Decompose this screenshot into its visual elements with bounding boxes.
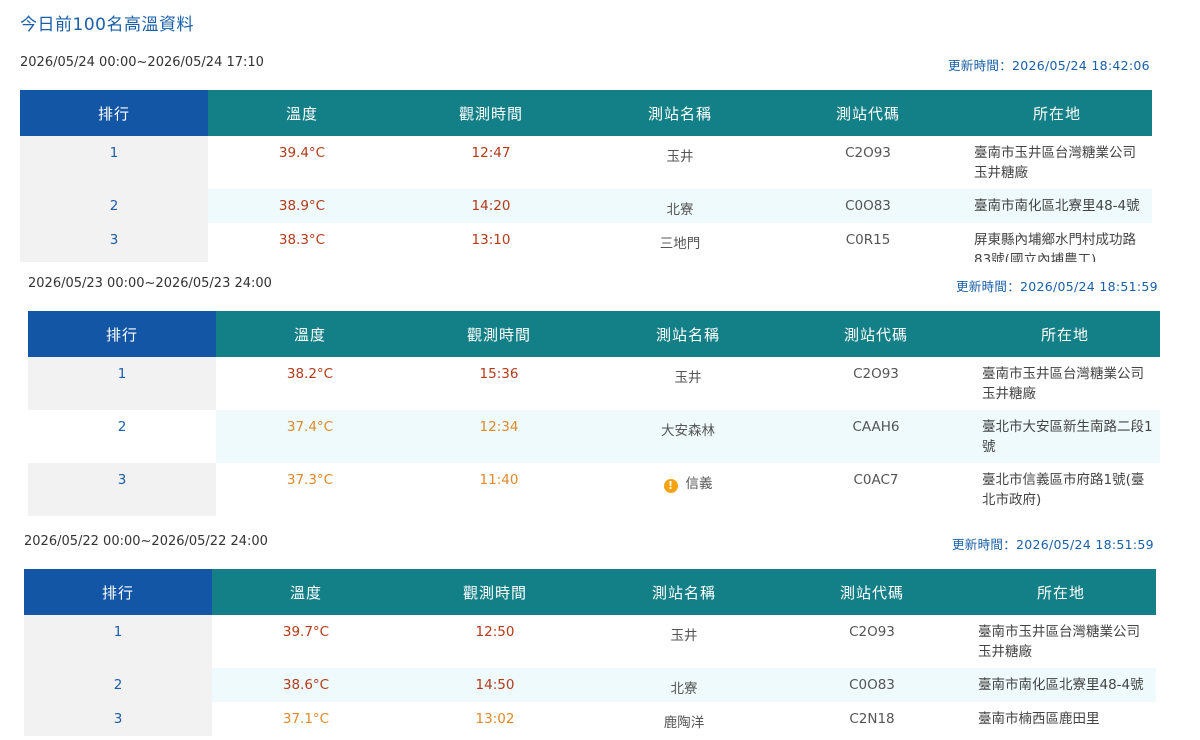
header-location: 所在地	[970, 311, 1160, 357]
table-row: 2 37.4°C 12:34 大安森林 CAAH6 臺北市大安區新生南路二段1號	[28, 410, 1160, 463]
temp-cell: 38.9°C	[208, 189, 396, 223]
code-cell: C2O93	[845, 145, 891, 161]
temp-cell: 37.3°C	[286, 472, 334, 488]
time-cell: 12:34	[404, 410, 594, 463]
code-cell: C0R15	[845, 232, 891, 248]
warning-icon[interactable]: !	[663, 479, 678, 493]
ranking-table: 排行 溫度 觀測時間 測站名稱 測站代碼 所在地 1 39.4°C 12:47 …	[20, 90, 1152, 262]
station-cell: 三地門	[659, 236, 701, 252]
temp-cell: 39.4°C	[278, 145, 326, 161]
header-code: 測站代碼	[782, 311, 970, 357]
date-range: 2026/05/22 00:00~2026/05/22 24:00	[24, 534, 268, 549]
station-cell: 鹿陶洋	[663, 715, 705, 731]
table-row: 2 38.6°C 14:50 北寮 C0O83 臺南市南化區北寮里48-4號	[24, 668, 1156, 702]
temp-cell: 37.4°C	[216, 410, 404, 463]
station-cell: 北寮	[590, 668, 778, 702]
header-time: 觀測時間	[404, 311, 594, 357]
rank-cell[interactable]: 3	[20, 223, 208, 262]
time-cell: 12:50	[475, 624, 515, 640]
header-temp: 溫度	[212, 569, 400, 615]
station-name: 信義	[685, 476, 713, 492]
table-row: 3 37.3°C 11:40 ! 信義 C0AC7 臺北市信義區市府路1號(臺北市…	[28, 463, 1160, 516]
header-rank: 排行	[28, 311, 216, 357]
temp-cell: 38.2°C	[286, 366, 334, 382]
time-cell: 13:10	[471, 232, 511, 248]
rank-cell[interactable]: 1	[20, 136, 208, 189]
table-row: 2 38.9°C 14:20 北寮 C0O83 臺南市南化區北寮里48-4號	[20, 189, 1152, 223]
location-cell: 屏東縣內埔鄉水門村成功路83號(國立內埔農工)	[974, 232, 1136, 262]
table-row: 3 37.1°C 13:02 鹿陶洋 C2N18 臺南市楠西區鹿田里	[24, 702, 1156, 736]
header-rank: 排行	[20, 90, 208, 136]
time-cell: 14:50	[400, 668, 590, 702]
station-cell: 大安森林	[594, 410, 782, 463]
code-cell: C2N18	[849, 711, 895, 727]
header-station: 測站名稱	[590, 569, 778, 615]
station-cell: 玉井	[674, 370, 702, 386]
rank-cell[interactable]: 2	[28, 410, 216, 463]
header-code: 測站代碼	[774, 90, 962, 136]
rank-cell[interactable]: 3	[28, 463, 216, 516]
header-temp: 溫度	[208, 90, 396, 136]
code-cell: C0AC7	[853, 472, 899, 488]
header-station: 測站名稱	[594, 311, 782, 357]
table-row: 3 38.3°C 13:10 三地門 C0R15 屏東縣內埔鄉水門村成功路83號…	[20, 223, 1152, 262]
location-cell: 臺北市大安區新生南路二段1號	[970, 410, 1160, 463]
table-row: 1 38.2°C 15:36 玉井 C2O93 臺南市玉井區台灣糖業公司玉井糖廠	[28, 357, 1160, 410]
rank-cell[interactable]: 1	[24, 615, 212, 668]
code-cell: C0O83	[774, 189, 962, 223]
header-code: 測站代碼	[778, 569, 966, 615]
station-cell: 玉井	[666, 149, 694, 165]
header-time: 觀測時間	[400, 569, 590, 615]
temp-cell: 38.3°C	[278, 232, 326, 248]
code-cell: CAAH6	[782, 410, 970, 463]
rank-cell[interactable]: 2	[24, 668, 212, 702]
rank-cell[interactable]: 2	[20, 189, 208, 223]
updated-time: 更新時間：2026/05/24 18:51:59	[952, 537, 1154, 552]
location-cell: 臺南市玉井區台灣糖業公司玉井糖廠	[982, 366, 1144, 402]
station-cell: 北寮	[586, 189, 774, 223]
code-cell: C2O93	[853, 366, 899, 382]
header-location: 所在地	[962, 90, 1152, 136]
header-temp: 溫度	[216, 311, 404, 357]
time-cell: 11:40	[479, 472, 519, 488]
temp-cell: 39.7°C	[282, 624, 330, 640]
code-cell: C0O83	[778, 668, 966, 702]
updated-time: 更新時間：2026/05/24 18:51:59	[956, 279, 1158, 294]
temp-cell: 37.1°C	[282, 711, 330, 727]
updated-time: 更新時間：2026/05/24 18:42:06	[948, 58, 1150, 73]
time-cell: 15:36	[479, 366, 519, 382]
rank-cell[interactable]: 3	[24, 702, 212, 736]
time-cell: 14:20	[396, 189, 586, 223]
header-station: 測站名稱	[586, 90, 774, 136]
ranking-table: 排行 溫度 觀測時間 測站名稱 測站代碼 所在地 1 39.7°C 12:50 …	[24, 569, 1156, 736]
station-cell: ! 信義	[594, 463, 782, 516]
location-cell: 臺南市南化區北寮里48-4號	[962, 189, 1152, 223]
header-rank: 排行	[24, 569, 212, 615]
location-cell: 臺南市楠西區鹿田里	[978, 711, 1100, 727]
date-range: 2026/05/23 00:00~2026/05/23 24:00	[28, 276, 272, 291]
code-cell: C2O93	[849, 624, 895, 640]
table-row: 1 39.7°C 12:50 玉井 C2O93 臺南市玉井區台灣糖業公司玉井糖廠	[24, 615, 1156, 668]
ranking-table: 排行 溫度 觀測時間 測站名稱 測站代碼 所在地 1 38.2°C 15:36 …	[28, 311, 1160, 516]
time-cell: 13:02	[475, 711, 515, 727]
rank-cell[interactable]: 1	[28, 357, 216, 410]
date-range: 2026/05/24 00:00~2026/05/24 17:10	[20, 55, 264, 70]
location-cell: 臺北市信義區市府路1號(臺北市政府)	[982, 472, 1145, 508]
station-cell: 玉井	[670, 628, 698, 644]
time-cell: 12:47	[471, 145, 511, 161]
location-cell: 臺南市南化區北寮里48-4號	[966, 668, 1156, 702]
table-row: 1 39.4°C 12:47 玉井 C2O93 臺南市玉井區台灣糖業公司玉井糖廠	[20, 136, 1152, 189]
header-time: 觀測時間	[396, 90, 586, 136]
temp-cell: 38.6°C	[212, 668, 400, 702]
page-title: 今日前100名高溫資料	[20, 15, 194, 35]
location-cell: 臺南市玉井區台灣糖業公司玉井糖廠	[974, 145, 1136, 181]
header-location: 所在地	[966, 569, 1156, 615]
location-cell: 臺南市玉井區台灣糖業公司玉井糖廠	[978, 624, 1140, 660]
